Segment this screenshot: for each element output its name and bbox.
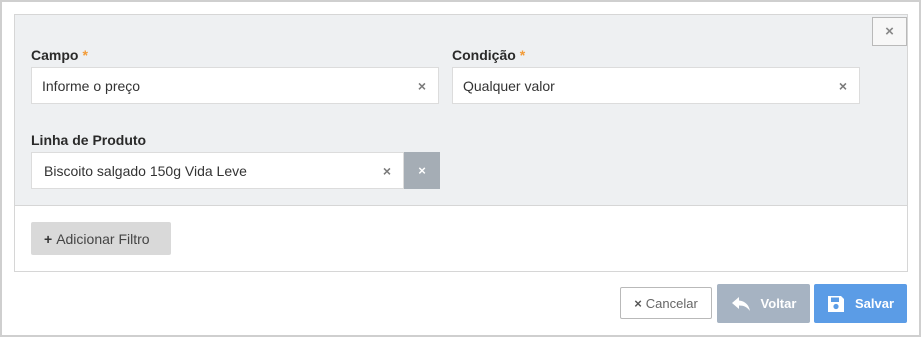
back-label: Voltar xyxy=(760,296,797,311)
filter-fields-area: × Campo * Informe o preço × Condição * Qua… xyxy=(15,15,907,206)
floppy-disk-icon xyxy=(827,295,844,312)
save-button[interactable]: Salvar xyxy=(814,284,907,323)
reply-arrow-icon xyxy=(731,296,750,311)
add-filter-button[interactable]: + Adicionar Filtro xyxy=(31,222,171,255)
condicao-value: Qualquer valor xyxy=(463,77,555,94)
condicao-clear-icon[interactable]: × xyxy=(839,78,847,94)
remove-filter-button[interactable]: × xyxy=(404,152,440,189)
dialog-frame: × Campo * Informe o preço × Condição * Qua… xyxy=(2,2,919,335)
required-marker: * xyxy=(82,47,88,63)
filter-panel: × Campo * Informe o preço × Condição * Qua… xyxy=(14,14,908,272)
required-marker: * xyxy=(519,47,526,63)
close-icon: × xyxy=(634,295,642,311)
save-label: Salvar xyxy=(854,296,895,311)
plus-icon: + xyxy=(44,230,53,247)
condicao-label: Condição * xyxy=(452,47,525,63)
linha-produto-label-text: Linha de Produto xyxy=(31,132,147,148)
linha-produto-value: Biscoito salgado 150g Vida Leve xyxy=(44,162,247,179)
add-filter-label: Adicionar Filtro xyxy=(56,230,150,247)
campo-clear-icon[interactable]: × xyxy=(418,78,426,94)
campo-value: Informe o preço xyxy=(42,77,141,94)
campo-select[interactable]: Informe o preço × xyxy=(31,67,439,104)
linha-produto-clear-icon[interactable]: × xyxy=(383,163,391,179)
linha-produto-label: Linha de Produto xyxy=(31,132,146,148)
back-button[interactable]: Voltar xyxy=(717,284,810,323)
close-icon: × xyxy=(885,23,894,40)
remove-icon: × xyxy=(418,163,426,178)
cancel-button[interactable]: × Cancelar xyxy=(620,287,712,319)
condicao-select[interactable]: Qualquer valor × xyxy=(452,67,860,104)
condicao-label-text: Condição xyxy=(452,47,516,63)
campo-label-text: Campo xyxy=(31,47,79,63)
linha-produto-select[interactable]: Biscoito salgado 150g Vida Leve × xyxy=(31,152,404,189)
campo-label: Campo * xyxy=(31,47,88,63)
cancel-label: Cancelar xyxy=(645,295,698,311)
close-panel-button[interactable]: × xyxy=(872,17,907,46)
